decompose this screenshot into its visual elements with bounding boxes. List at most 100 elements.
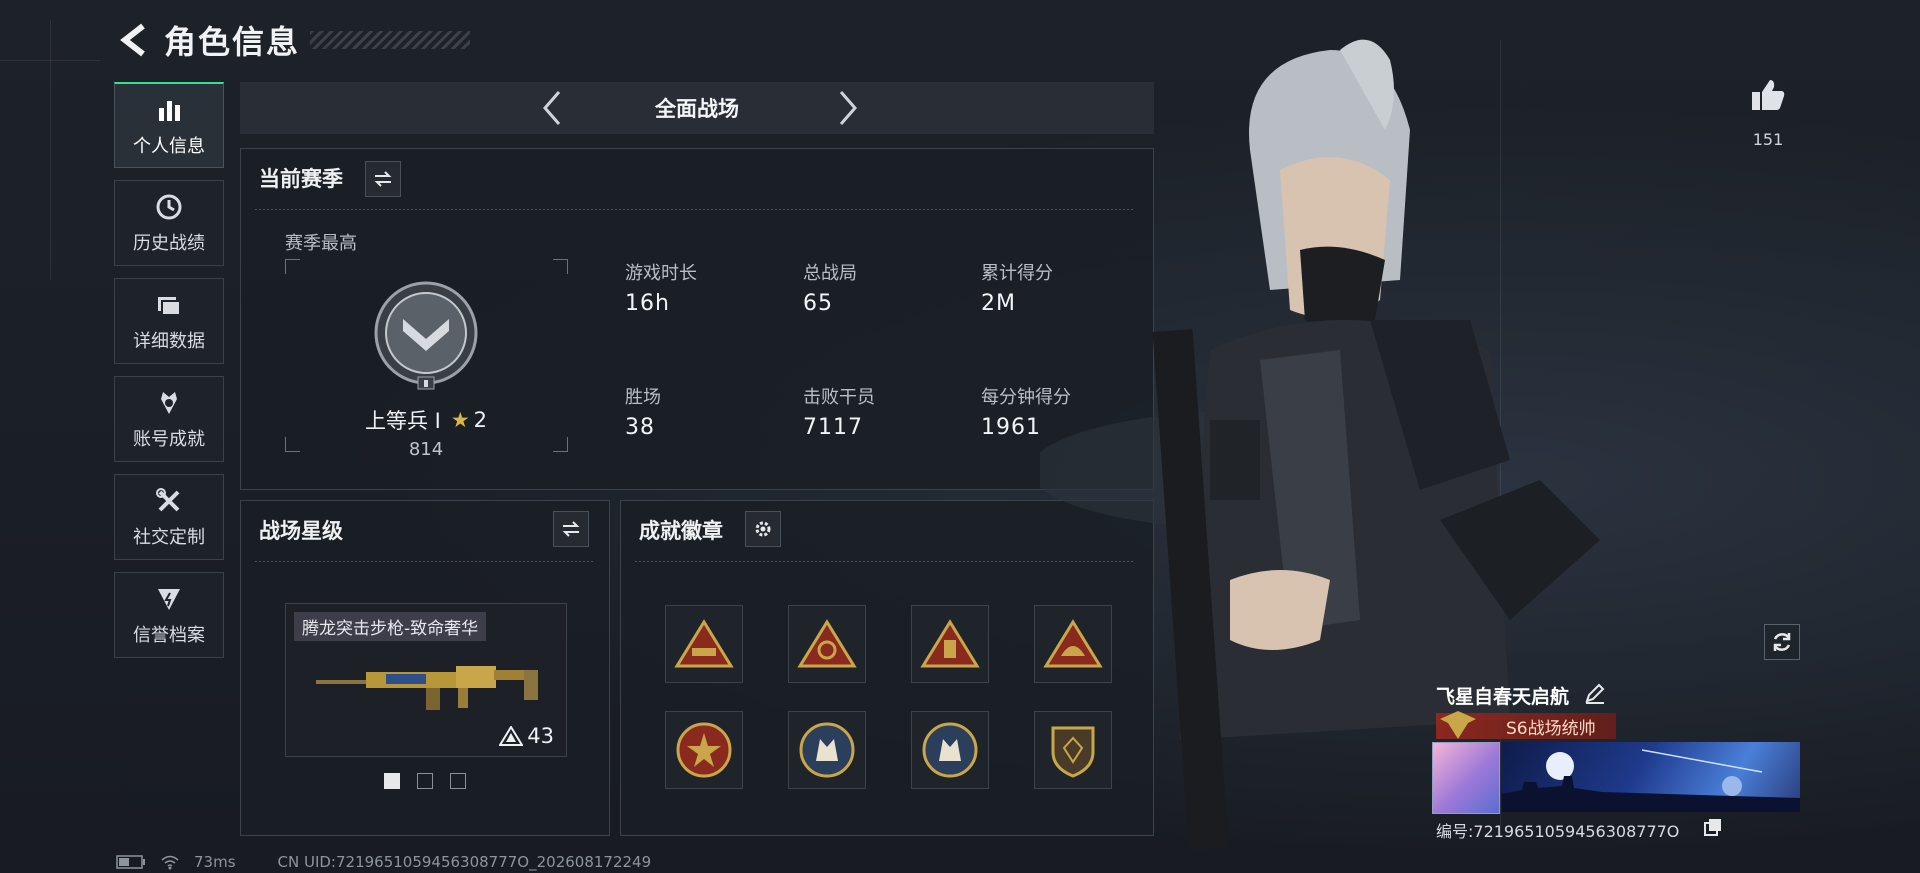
stat-label: 击败干员 bbox=[803, 387, 875, 408]
copy-icon bbox=[1704, 819, 1721, 836]
achievement-medal-icon bbox=[153, 387, 185, 419]
swap-icon bbox=[562, 521, 580, 537]
sidebar-item-label: 个人信息 bbox=[133, 135, 205, 157]
page-header: 角色信息 bbox=[116, 18, 471, 62]
sidebar-item-detailed-data[interactable]: 详细数据 bbox=[114, 278, 224, 364]
profile-banner bbox=[1502, 742, 1800, 812]
rank-stars: 2 bbox=[473, 408, 488, 432]
sidebar-item-credit-profile[interactable]: 信誉档案 bbox=[114, 572, 224, 658]
stat-value: 2M bbox=[981, 291, 1016, 316]
divider bbox=[255, 561, 595, 562]
sidebar-item-achievements[interactable]: 账号成就 bbox=[114, 376, 224, 462]
star-badge-icon[interactable] bbox=[665, 711, 743, 789]
stat-label: 胜场 bbox=[625, 387, 661, 408]
shield-lightning-icon bbox=[153, 583, 185, 615]
sidebar-item-history[interactable]: 历史战绩 bbox=[114, 180, 224, 266]
frame-corner bbox=[285, 259, 300, 274]
stat-value: 16h bbox=[625, 291, 670, 316]
like-button[interactable] bbox=[1748, 78, 1788, 116]
refresh-icon bbox=[1773, 633, 1791, 651]
mode-title: 全面战场 bbox=[655, 97, 739, 121]
title-decoration bbox=[310, 31, 471, 49]
star-level-title: 战场星级 bbox=[259, 519, 343, 543]
achievements-settings-button[interactable] bbox=[745, 511, 781, 547]
like-count: 151 bbox=[1752, 130, 1784, 149]
pencil-icon bbox=[1585, 683, 1605, 704]
tower-badge-icon[interactable] bbox=[911, 605, 989, 683]
rank-title-text: S6战场统帅 bbox=[1506, 718, 1596, 739]
mode-selector: 全面战场 bbox=[240, 82, 1154, 134]
history-clock-icon bbox=[153, 191, 185, 223]
back-button[interactable] bbox=[116, 20, 152, 60]
weapon-level-value: 43 bbox=[527, 724, 554, 748]
sidebar-item-personal-info[interactable]: 个人信息 bbox=[114, 82, 224, 168]
season-switch-button[interactable] bbox=[365, 161, 401, 197]
frame-corner bbox=[285, 437, 300, 452]
sidebar: 个人信息 历史战绩 详细数据 账号成就 社交定制 信誉档案 bbox=[114, 82, 226, 670]
current-season-panel: 当前赛季 赛季最高 上等兵 I ★ 2 814 游戏时长 16h 总战局 65 … bbox=[240, 148, 1154, 490]
back-arrow-icon bbox=[120, 23, 145, 57]
star-level-switch-button[interactable] bbox=[553, 511, 589, 547]
chevron-left-icon bbox=[543, 91, 561, 125]
frame-corner bbox=[553, 437, 568, 452]
bar-chart-icon bbox=[153, 94, 185, 126]
player-name: 飞星自春天启航 bbox=[1436, 686, 1570, 708]
sidebar-item-label: 信誉档案 bbox=[133, 625, 205, 646]
season-title: 当前赛季 bbox=[259, 167, 343, 191]
avatar[interactable] bbox=[1432, 742, 1500, 814]
weapon-name: 腾龙突击步枪-致命奢华 bbox=[294, 612, 487, 641]
sidebar-item-social-custom[interactable]: 社交定制 bbox=[114, 474, 224, 560]
sidebar-item-label: 账号成就 bbox=[133, 429, 205, 450]
tools-icon bbox=[153, 485, 185, 517]
stat-value: 1961 bbox=[981, 415, 1041, 440]
stat-value: 38 bbox=[625, 415, 655, 440]
radar-badge-icon[interactable] bbox=[788, 605, 866, 683]
frame-corner bbox=[553, 259, 568, 274]
star-rank-icon bbox=[499, 726, 524, 746]
mode-next-button[interactable] bbox=[828, 86, 868, 130]
wolf-badge-icon[interactable] bbox=[788, 711, 866, 789]
player-id: 编号:7219651059456308777O bbox=[1436, 822, 1680, 841]
rank-emblem-icon bbox=[371, 281, 481, 391]
sidebar-item-label: 社交定制 bbox=[133, 527, 205, 548]
hud-decoration bbox=[50, 20, 51, 280]
page-indicator-active[interactable] bbox=[384, 773, 400, 789]
rank-info: 上等兵 I ★ 2 bbox=[351, 405, 501, 435]
page-indicator[interactable] bbox=[450, 773, 466, 789]
star-level-panel: 战场星级 腾龙突击步枪-致命奢华 43 bbox=[240, 500, 610, 836]
stat-value: 65 bbox=[803, 291, 833, 316]
gear-icon bbox=[755, 521, 771, 537]
stat-label: 总战局 bbox=[803, 263, 857, 284]
weapon-card[interactable]: 腾龙突击步枪-致命奢华 43 bbox=[285, 603, 567, 757]
edit-name-button[interactable] bbox=[1584, 682, 1606, 704]
wolf-badge-2-icon[interactable] bbox=[911, 711, 989, 789]
stat-value: 7117 bbox=[803, 415, 863, 440]
page-indicator[interactable] bbox=[417, 773, 433, 789]
divider bbox=[255, 209, 1135, 210]
season-best-label: 赛季最高 bbox=[285, 233, 357, 254]
weapon-level: 43 bbox=[499, 724, 554, 748]
rank-title-tag: S6战场统帅 bbox=[1436, 711, 1616, 739]
battery-icon bbox=[116, 855, 145, 869]
folder-icon bbox=[153, 289, 185, 321]
achievements-title: 成就徽章 bbox=[639, 519, 723, 543]
rank-name: 上等兵 I bbox=[364, 409, 441, 433]
sidebar-item-label: 详细数据 bbox=[133, 331, 205, 352]
night-sky-banner-image bbox=[1502, 749, 1800, 812]
rifle-icon bbox=[316, 666, 538, 710]
copy-id-button[interactable] bbox=[1704, 818, 1722, 836]
page-title: 角色信息 bbox=[164, 23, 301, 61]
tank-badge-icon[interactable] bbox=[665, 605, 743, 683]
star-icon: ★ bbox=[450, 408, 470, 432]
rank-points: 814 bbox=[408, 439, 444, 460]
sidebar-item-label: 历史战绩 bbox=[133, 233, 205, 254]
wifi-icon bbox=[161, 855, 179, 870]
mode-prev-button[interactable] bbox=[532, 86, 572, 130]
chevron-right-icon bbox=[839, 91, 857, 125]
stat-label: 游戏时长 bbox=[625, 263, 697, 284]
ping-value: 73ms bbox=[194, 853, 236, 871]
thumbs-up-icon bbox=[1752, 80, 1785, 110]
uid-text: CN UID:7219651059456308777O_202608172249 bbox=[277, 853, 652, 871]
status-footer: 73ms CN UID:7219651059456308777O_2026081… bbox=[116, 852, 651, 872]
refresh-button[interactable] bbox=[1764, 624, 1800, 660]
